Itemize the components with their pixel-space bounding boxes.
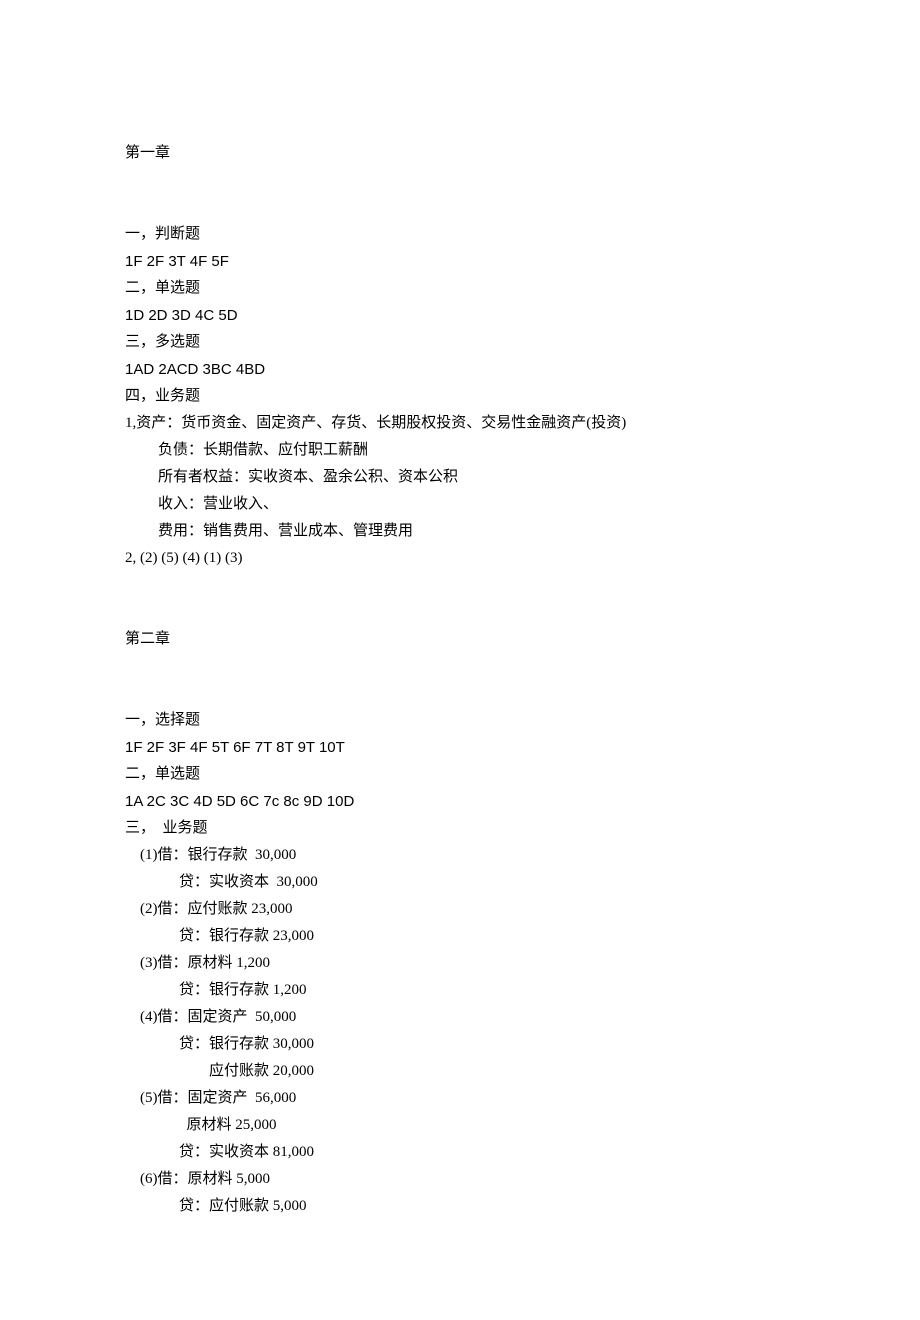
ch2-entry4-credit1: 贷：银行存款 30,000 — [125, 1031, 795, 1058]
ch2-entry4-credit2: 应付账款 20,000 — [125, 1058, 795, 1085]
ch2-entry3-debit: (3)借：原材料 1,200 — [125, 950, 795, 977]
ch2-entry1-credit: 贷：实收资本 30,000 — [125, 869, 795, 896]
ch1-section1-label: 一，判断题 — [125, 221, 795, 248]
ch2-entry2-credit: 贷：银行存款 23,000 — [125, 923, 795, 950]
blank-line — [125, 653, 795, 680]
ch2-entry5-credit: 贷：实收资本 81,000 — [125, 1139, 795, 1166]
blank-line — [125, 194, 795, 221]
ch1-q1-line4: 收入：营业收入、 — [125, 491, 795, 518]
ch1-section3-label: 三，多选题 — [125, 329, 795, 356]
document-page: 第一章 一，判断题 1F 2F 3T 4F 5F 二，单选题 1D 2D 3D … — [0, 0, 920, 1320]
blank-line — [125, 680, 795, 707]
ch2-section2-label: 二，单选题 — [125, 761, 795, 788]
ch2-entry6-debit: (6)借：原材料 5,000 — [125, 1166, 795, 1193]
ch2-entry5-debit2-text: 原材料 25,000 — [187, 1117, 277, 1133]
ch1-q1-line1: 1,资产：货币资金、固定资产、存货、长期股权投资、交易性金融资产(投资) — [125, 410, 795, 437]
ch1-section2-answers: 1D 2D 3D 4C 5D — [125, 302, 795, 329]
ch2-section3-label: 三， 业务题 — [125, 815, 795, 842]
ch2-section1-answers: 1F 2F 3F 4F 5T 6F 7T 8T 9T 10T — [125, 734, 795, 761]
ch2-section2-answers: 1A 2C 3C 4D 5D 6C 7c 8c 9D 10D — [125, 788, 795, 815]
chapter2-title: 第二章 — [125, 626, 795, 653]
chapter1-title: 第一章 — [125, 140, 795, 167]
ch2-entry1-debit: (1)借：银行存款 30,000 — [125, 842, 795, 869]
blank-line — [125, 572, 795, 599]
ch1-q1-line3: 所有者权益：实收资本、盈余公积、资本公积 — [125, 464, 795, 491]
ch2-entry6-credit: 贷：应付账款 5,000 — [125, 1193, 795, 1220]
ch2-entry5-debit2: 原材料 25,000 — [125, 1112, 795, 1139]
ch2-entry2-debit: (2)借：应付账款 23,000 — [125, 896, 795, 923]
ch1-q2: 2, (2) (5) (4) (1) (3) — [125, 545, 795, 572]
blank-line — [125, 599, 795, 626]
ch1-section2-label: 二，单选题 — [125, 275, 795, 302]
ch1-section3-answers: 1AD 2ACD 3BC 4BD — [125, 356, 795, 383]
blank-line — [125, 167, 795, 194]
ch2-entry4-debit: (4)借：固定资产 50,000 — [125, 1004, 795, 1031]
ch2-entry5-debit1: (5)借：固定资产 56,000 — [125, 1085, 795, 1112]
ch1-q1-line5: 费用：销售费用、营业成本、管理费用 — [125, 518, 795, 545]
ch1-section1-answers: 1F 2F 3T 4F 5F — [125, 248, 795, 275]
ch2-section1-label: 一，选择题 — [125, 707, 795, 734]
ch1-q1-line2: 负债：长期借款、应付职工薪酬 — [125, 437, 795, 464]
ch2-entry3-credit: 贷：银行存款 1,200 — [125, 977, 795, 1004]
ch1-section4-label: 四，业务题 — [125, 383, 795, 410]
